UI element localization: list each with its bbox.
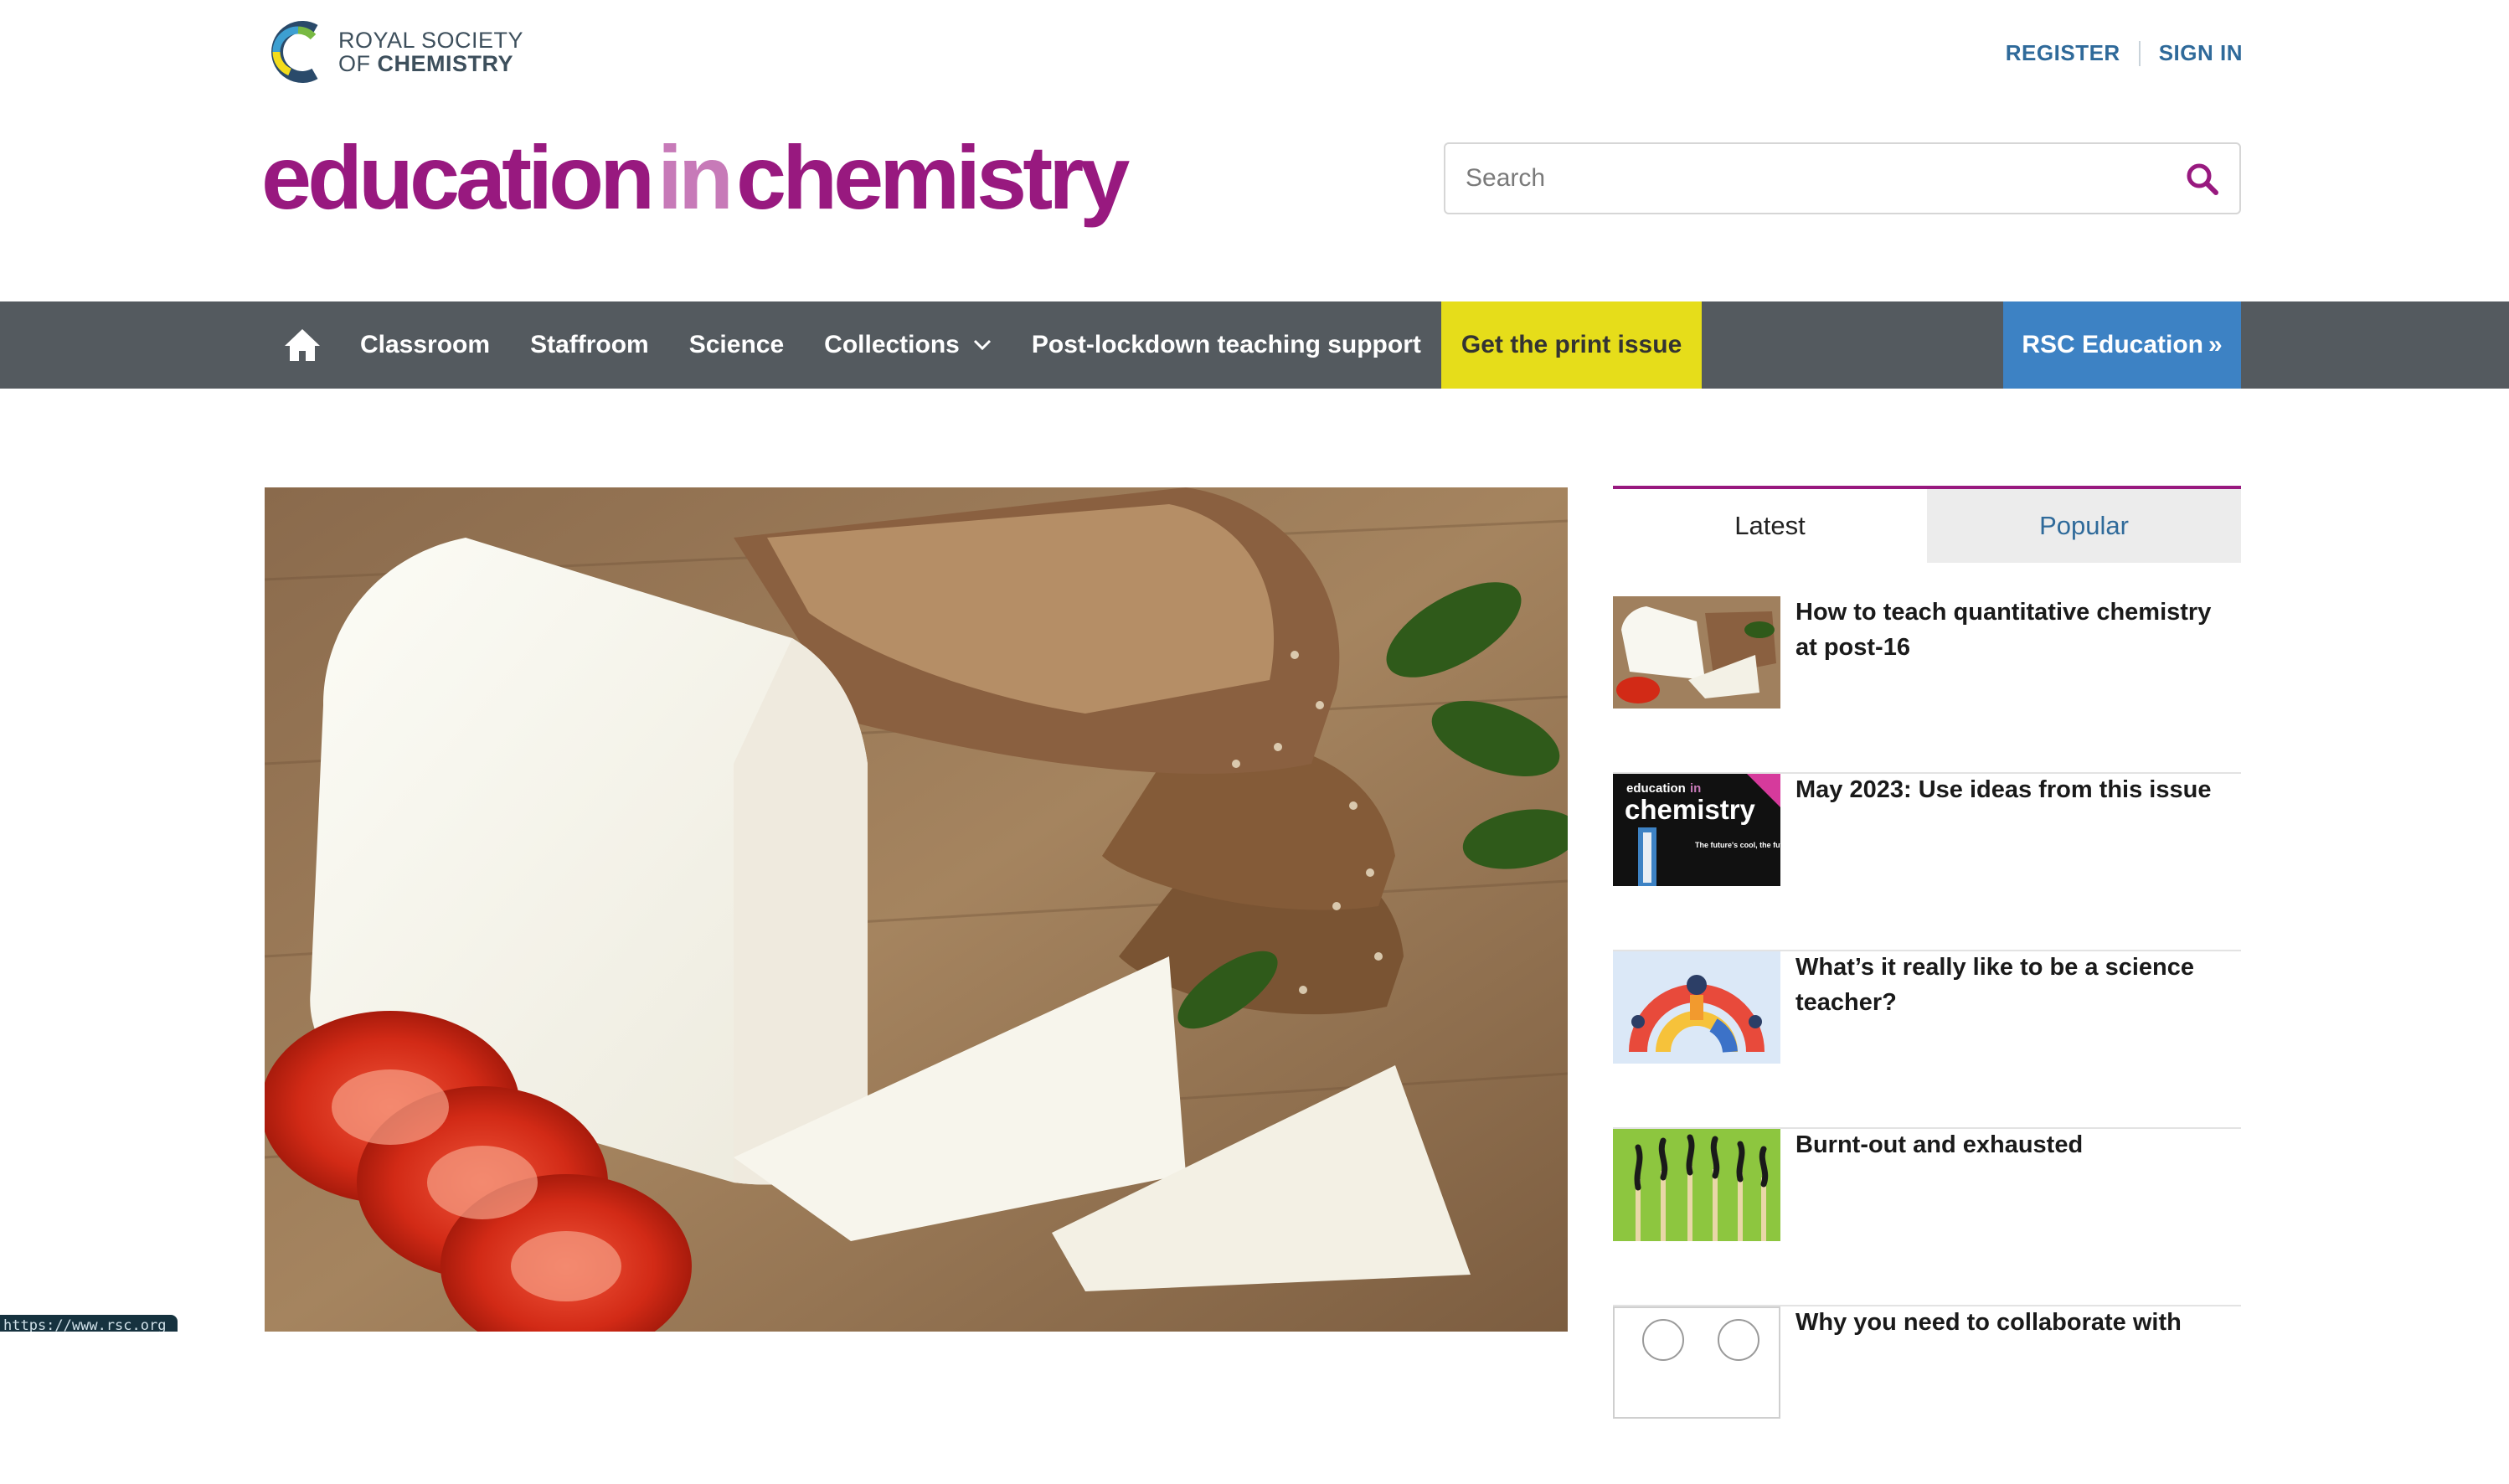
mag-tagline: The future's cool, the future's green [1695, 841, 1780, 849]
list-item[interactable]: Why you need to collaborate with [1613, 1306, 2241, 1484]
nav-print-issue[interactable]: Get the print issue [1440, 301, 1703, 389]
list-item[interactable]: education in chemistry The future's cool… [1613, 774, 2241, 951]
title-education: education [261, 126, 655, 228]
mag-line2: chemistry [1625, 794, 1756, 825]
search-icon[interactable] [2184, 161, 2221, 198]
sign-in-link[interactable]: SIGN IN [2159, 40, 2243, 66]
search-box [1444, 142, 2241, 214]
article-title[interactable]: May 2023: Use ideas from this issue [1795, 772, 2239, 807]
nav-science[interactable]: Science [669, 301, 804, 389]
register-link[interactable]: REGISTER [2006, 40, 2120, 66]
cheese-thumbnail[interactable] [1613, 596, 1780, 709]
rsc-logo[interactable]: ROYAL SOCIETY OF CHEMISTRY [265, 18, 523, 85]
home-button[interactable] [265, 301, 340, 389]
search-input[interactable] [1445, 144, 2189, 213]
nav-staffroom[interactable]: Staffroom [510, 301, 669, 389]
article-title[interactable]: Burnt-out and exhausted [1795, 1127, 2239, 1162]
double-chevron-right-icon: » [2208, 331, 2223, 358]
tab-popular[interactable]: Popular [1927, 489, 2241, 563]
nav-collections[interactable]: Collections [804, 301, 1012, 389]
sidebar-tabs: Latest Popular [1613, 486, 2241, 563]
rsc-logo-chemistry: CHEMISTRY [377, 51, 514, 76]
account-divider [2138, 40, 2141, 66]
article-title[interactable]: What’s it really like to be a science te… [1795, 950, 2239, 1020]
list-item[interactable]: Burnt-out and exhausted [1613, 1129, 2241, 1306]
list-item[interactable]: How to teach quantitative chemistry at p… [1613, 596, 2241, 774]
site-title[interactable]: educationinchemistry [261, 119, 1130, 236]
article-title[interactable]: Why you need to collaborate with [1795, 1305, 2239, 1340]
title-in: in [657, 126, 734, 228]
article-list: How to teach quantitative chemistry at p… [1613, 596, 2241, 1484]
rsc-logo-of: OF [338, 51, 378, 76]
home-icon [285, 329, 320, 361]
burnt-matches-thumbnail[interactable] [1613, 1129, 1780, 1241]
article-title[interactable]: How to teach quantitative chemistry at p… [1795, 595, 2239, 665]
nav-classroom[interactable]: Classroom [340, 301, 510, 389]
title-chemistry: chemistry [736, 126, 1130, 228]
nav-post-lockdown[interactable]: Post-lockdown teaching support [1012, 301, 1441, 389]
account-links: REGISTER SIGN IN [2006, 40, 2243, 66]
nav-collections-label: Collections [824, 331, 960, 358]
hero-image[interactable] [265, 487, 1568, 1332]
list-item[interactable]: What’s it really like to be a science te… [1613, 951, 2241, 1129]
collaboration-thumbnail[interactable] [1613, 1306, 1780, 1419]
rsc-education-label: RSC Education [2022, 331, 2203, 358]
rsc-education-button[interactable]: RSC Education » [2003, 301, 2241, 389]
rsc-logo-line1: ROYAL SOCIETY [338, 28, 524, 53]
magazine-cover-thumbnail[interactable]: education in chemistry The future's cool… [1613, 774, 1780, 886]
chevron-down-icon [973, 339, 991, 351]
cheese-bread-tomato-photo [265, 487, 1568, 1332]
rsc-c-icon [271, 21, 318, 83]
teachers-illustration-thumbnail[interactable] [1613, 951, 1780, 1064]
tab-latest[interactable]: Latest [1613, 489, 1927, 563]
link-status-tooltip: https://www.rsc.org [0, 1315, 178, 1332]
